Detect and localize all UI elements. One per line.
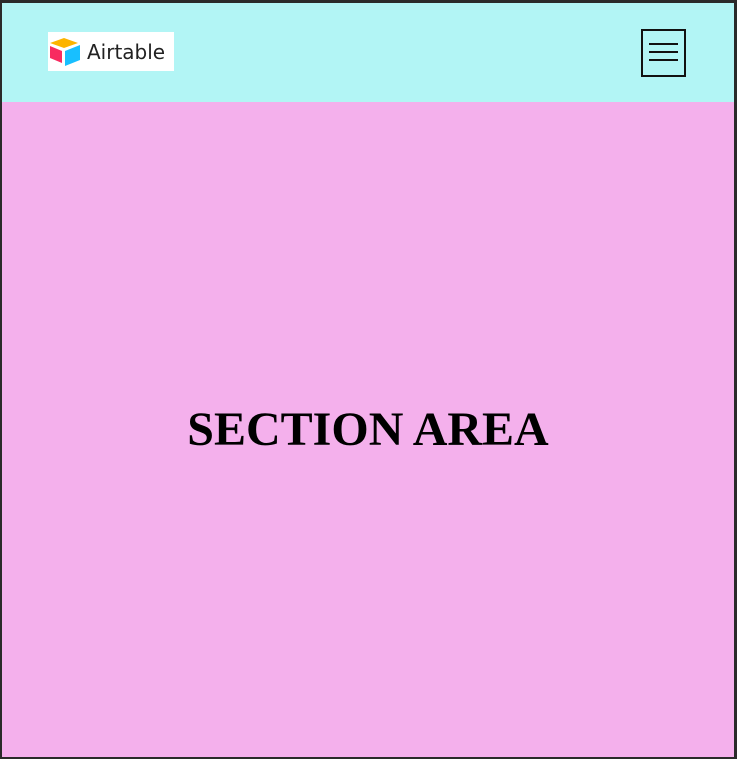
page-frame: Airtable SECTION AREA bbox=[2, 3, 734, 757]
hamburger-menu-icon bbox=[649, 43, 678, 45]
section-area: SECTION AREA bbox=[2, 102, 734, 757]
hamburger-menu-icon-line bbox=[649, 59, 678, 61]
logo-text: Airtable bbox=[87, 39, 166, 64]
logo-top-face bbox=[50, 37, 78, 48]
section-title: SECTION AREA bbox=[187, 403, 549, 456]
logo-left-face bbox=[50, 45, 62, 63]
logo-right-face bbox=[65, 44, 80, 66]
hamburger-menu-icon-line bbox=[649, 51, 678, 53]
hamburger-menu-button[interactable] bbox=[641, 29, 686, 77]
site-header: Airtable bbox=[2, 3, 734, 102]
airtable-logo-link[interactable]: Airtable bbox=[48, 32, 174, 71]
airtable-logo-icon bbox=[50, 37, 80, 66]
